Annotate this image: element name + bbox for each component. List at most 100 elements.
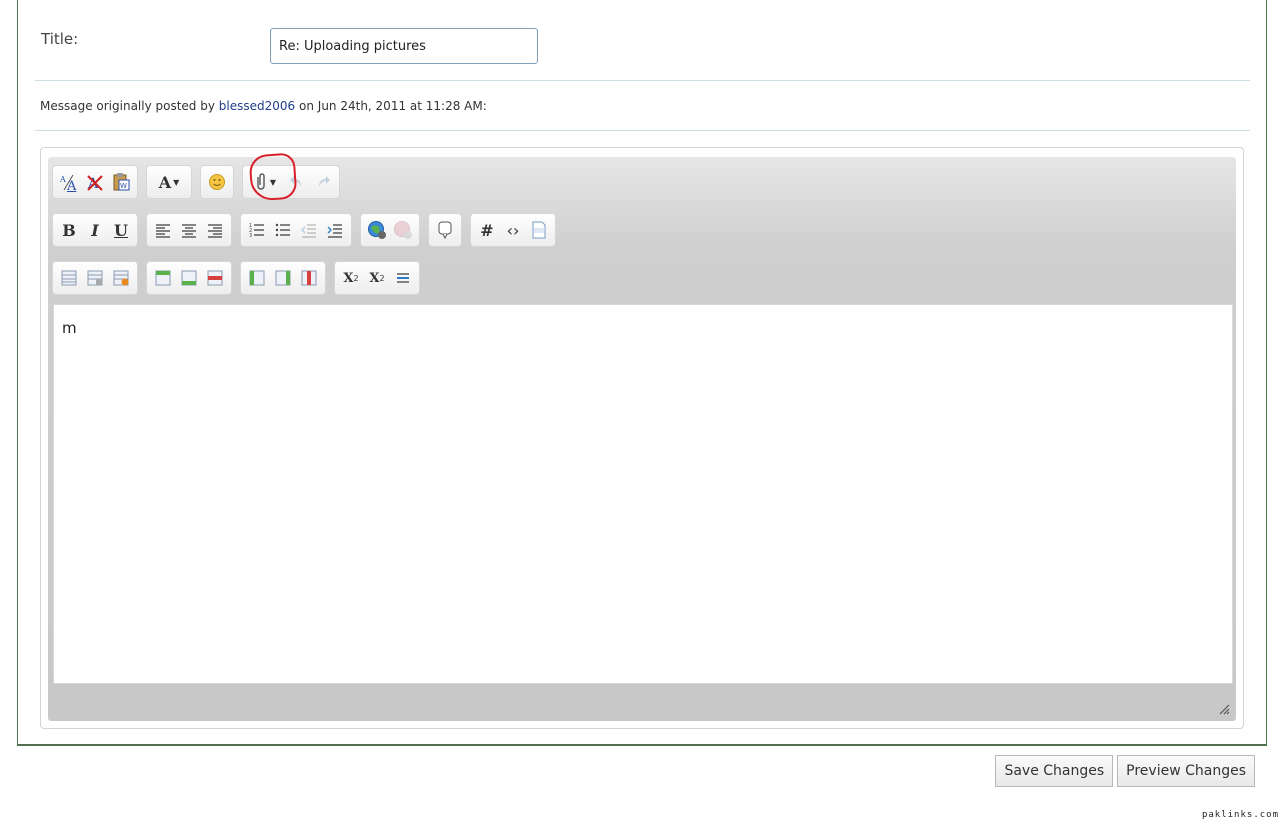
php-file-icon bbox=[532, 221, 546, 239]
insert-link-button[interactable] bbox=[365, 217, 389, 243]
resize-grip-icon[interactable] bbox=[1216, 701, 1230, 715]
wrap-php-button[interactable] bbox=[527, 217, 551, 243]
save-changes-button[interactable]: Save Changes bbox=[995, 755, 1114, 787]
chevron-down-icon: ▼ bbox=[269, 177, 277, 187]
form-actions: Save Changes Preview Changes bbox=[995, 755, 1255, 787]
remove-link-button[interactable] bbox=[391, 217, 415, 243]
toolbar-row-1: A A A bbox=[52, 164, 348, 200]
rich-text-editor: A A A bbox=[48, 152, 1236, 721]
column-delete-icon bbox=[301, 270, 317, 286]
toolbar-group-smilies bbox=[200, 165, 234, 199]
horizontal-rule-icon bbox=[397, 273, 409, 283]
remove-format-button[interactable]: A bbox=[83, 169, 107, 195]
insert-row-before-button[interactable] bbox=[151, 265, 175, 291]
insert-col-after-button[interactable] bbox=[271, 265, 295, 291]
original-suffix: on Jun 24th, 2011 at 11:28 AM: bbox=[299, 99, 487, 113]
ordered-list-button[interactable]: 123 bbox=[245, 217, 269, 243]
row-delete-icon bbox=[207, 270, 223, 286]
indent-icon bbox=[327, 224, 342, 238]
switch-editor-mode-button[interactable]: A A bbox=[57, 169, 81, 195]
watermark: paklinks.com bbox=[1201, 810, 1279, 820]
divider bbox=[35, 130, 1250, 131]
original-user-link[interactable]: blessed2006 bbox=[219, 99, 295, 113]
table-edit-icon bbox=[87, 270, 103, 286]
wrap-html-button[interactable]: ‹› bbox=[501, 217, 525, 243]
paperclip-icon bbox=[257, 173, 265, 190]
delete-row-button[interactable] bbox=[203, 265, 227, 291]
original-post-info: Message originally posted by blessed2006… bbox=[40, 99, 487, 113]
svg-text:W: W bbox=[120, 182, 127, 190]
table-icon bbox=[61, 270, 77, 286]
redo-button[interactable] bbox=[311, 169, 335, 195]
svg-text:A: A bbox=[66, 179, 77, 192]
paste-from-word-button[interactable]: W bbox=[109, 169, 133, 195]
quote-button[interactable] bbox=[433, 217, 457, 243]
subscript-mark: 2 bbox=[353, 273, 359, 283]
insert-col-before-button[interactable] bbox=[245, 265, 269, 291]
align-center-button[interactable] bbox=[177, 217, 201, 243]
editor-container: A A A bbox=[40, 147, 1244, 729]
edit-post-panel: Title: Message originally posted by bles… bbox=[17, 0, 1267, 746]
remove-format-icon: A bbox=[87, 175, 103, 192]
align-left-button[interactable] bbox=[151, 217, 175, 243]
align-right-button[interactable] bbox=[203, 217, 227, 243]
attach-file-button[interactable]: ▼ bbox=[247, 169, 283, 195]
unordered-list-button[interactable] bbox=[271, 217, 295, 243]
undo-icon bbox=[290, 176, 301, 187]
clipboard-icon: W bbox=[113, 173, 130, 191]
bold-button[interactable]: B bbox=[57, 217, 81, 243]
table-delete-icon bbox=[113, 270, 129, 286]
table-properties-button[interactable] bbox=[83, 265, 107, 291]
superscript-button[interactable]: X2 bbox=[365, 265, 389, 291]
bullet-list-icon bbox=[275, 223, 290, 237]
title-input[interactable] bbox=[270, 28, 538, 64]
toolbar-group-script: X2 X2 bbox=[334, 261, 420, 295]
insert-table-button[interactable] bbox=[57, 265, 81, 291]
preview-changes-button[interactable]: Preview Changes bbox=[1117, 755, 1255, 787]
italic-button[interactable]: I bbox=[83, 217, 107, 243]
svg-text:3: 3 bbox=[249, 233, 252, 238]
toolbar-group-cols bbox=[240, 261, 326, 295]
align-left-icon bbox=[156, 224, 170, 238]
column-insert-left-icon bbox=[249, 270, 265, 286]
row-insert-below-icon bbox=[181, 270, 197, 286]
original-prefix: Message originally posted by bbox=[40, 99, 215, 113]
indent-button[interactable] bbox=[323, 217, 347, 243]
font-color-button[interactable]: A ▼ bbox=[151, 169, 187, 195]
toolbar-group-quote bbox=[428, 213, 462, 247]
smilies-button[interactable] bbox=[205, 169, 229, 195]
toolbar-row-2: B I U 1 2 3 # ‹› bbox=[52, 212, 564, 248]
delete-table-button[interactable] bbox=[109, 265, 133, 291]
toolbar-group-style: B I U bbox=[52, 213, 138, 247]
subscript-button[interactable]: X2 bbox=[339, 265, 363, 291]
ordered-list-icon: 123 bbox=[249, 223, 264, 238]
row-insert-above-icon bbox=[155, 270, 171, 286]
smiley-icon bbox=[209, 174, 225, 190]
chevron-down-icon: ▼ bbox=[173, 177, 180, 187]
toolbar-group-rows bbox=[146, 261, 232, 295]
toolbar-group-format: A A A bbox=[52, 165, 138, 199]
speech-bubble-icon bbox=[438, 221, 452, 239]
toolbar-group-attach: ▼ bbox=[242, 165, 340, 199]
wrap-code-hash-button[interactable]: # bbox=[475, 217, 499, 243]
message-textarea[interactable]: m bbox=[53, 304, 1233, 684]
insert-row-after-button[interactable] bbox=[177, 265, 201, 291]
unlink-icon bbox=[394, 221, 412, 239]
delete-col-button[interactable] bbox=[297, 265, 321, 291]
toolbar-group-table bbox=[52, 261, 138, 295]
horizontal-rule-button[interactable] bbox=[391, 265, 415, 291]
align-center-icon bbox=[182, 224, 196, 238]
divider bbox=[35, 80, 1250, 81]
outdent-icon bbox=[301, 224, 316, 238]
superscript-label: X bbox=[369, 270, 380, 286]
underline-button[interactable]: U bbox=[109, 217, 133, 243]
toolbar-group-lists: 123 bbox=[240, 213, 352, 247]
subscript-label: X bbox=[343, 270, 354, 286]
outdent-button[interactable] bbox=[297, 217, 321, 243]
toolbar-row-3: X2 X2 bbox=[52, 260, 428, 296]
title-label: Title: bbox=[41, 30, 79, 48]
toolbar-group-font: A ▼ bbox=[146, 165, 192, 199]
font-size-icon: A A bbox=[59, 174, 77, 192]
redo-icon bbox=[319, 176, 330, 187]
undo-button[interactable] bbox=[285, 169, 309, 195]
